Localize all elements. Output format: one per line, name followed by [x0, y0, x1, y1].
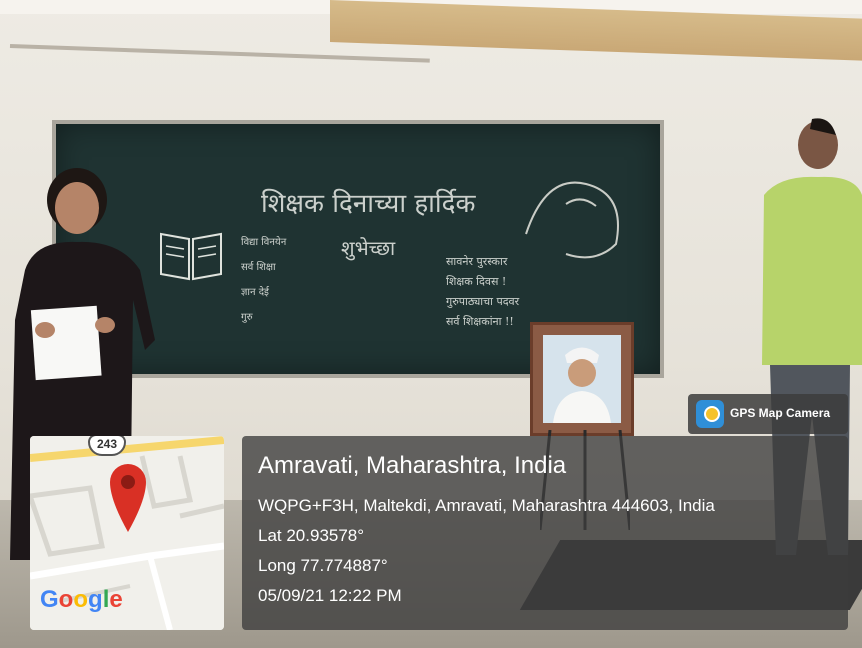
board-left-line: सर्व शिक्षा — [241, 262, 276, 273]
road-shield: 243 — [88, 436, 126, 456]
board-left-line: ज्ञान देई — [241, 287, 269, 298]
board-right-line: गुरुपाठ्याचा पदवर — [446, 295, 520, 308]
map-thumbnail[interactable]: 243 Google — [30, 436, 224, 630]
location-info-card: Amravati, Maharashtra, India WQPG+F3H, M… — [242, 436, 848, 630]
board-heading: शिक्षक दिनाच्या हार्दिक — [261, 189, 476, 219]
portrait-frame — [530, 322, 634, 436]
portrait-photo — [543, 335, 621, 423]
place-title: Amravati, Maharashtra, India — [258, 452, 567, 479]
board-left-line: गुरु — [241, 312, 253, 323]
longitude-text: Long 77.774887° — [258, 556, 388, 575]
portrait-figure — [543, 335, 621, 423]
board-right-line: सावनेर पुरस्कार — [446, 255, 508, 268]
google-logo: Google — [40, 586, 123, 613]
board-left-line: विद्या विनयेन — [241, 237, 287, 248]
board-subheading: शुभेच्छा — [341, 236, 396, 260]
board-right-line: सर्व शिक्षकांना !! — [446, 315, 514, 328]
datetime-text: 05/09/21 12:22 PM — [258, 586, 402, 605]
chalk-portrait-sketch — [525, 181, 619, 259]
photo-scene: शिक्षक दिनाच्या हार्दिक शुभेच्छा विद्या … — [0, 0, 862, 648]
app-badge-label: GPS Map Camera — [730, 406, 831, 420]
latitude-text: Lat 20.93578° — [258, 526, 365, 545]
gps-camera-app-icon — [696, 400, 724, 428]
address-text: WQPG+F3H, Maltekdi, Amravati, Maharashtr… — [258, 496, 715, 515]
app-badge: GPS Map Camera — [688, 394, 848, 434]
board-right-line: शिक्षक दिवस ! — [446, 275, 507, 288]
location-pin-icon — [110, 464, 146, 532]
